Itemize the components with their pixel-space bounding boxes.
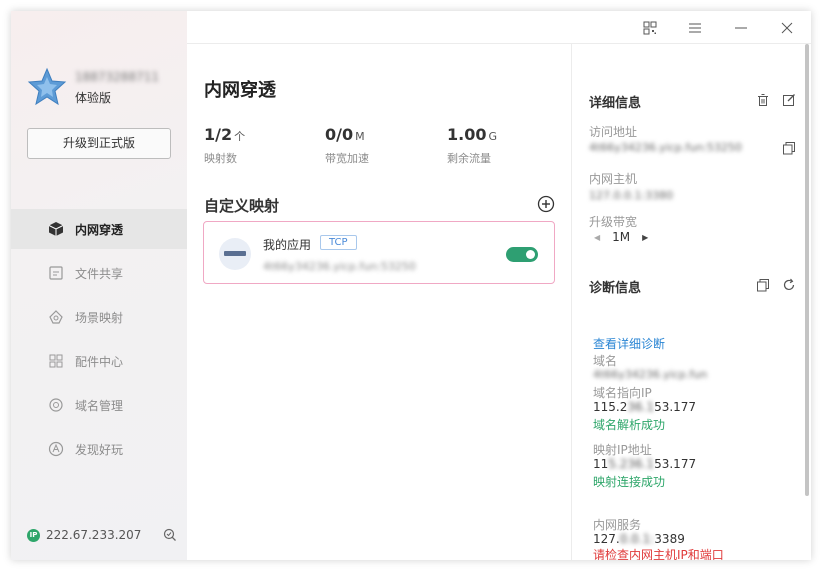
map-status: 映射连接成功	[593, 475, 666, 489]
map-ip-label: 映射IP地址	[593, 443, 652, 457]
diagnosis-title: 诊断信息	[589, 281, 642, 296]
refresh-icon[interactable]	[782, 277, 796, 291]
sidebar-item-intranet[interactable]: 内网穿透	[11, 209, 187, 249]
qr-code-icon[interactable]	[640, 18, 660, 38]
decrease-icon[interactable]: ◀	[594, 233, 600, 242]
menu-icon[interactable]	[685, 18, 705, 38]
mapping-domain: 4t66y34236.yicp.fun:53250	[263, 260, 416, 273]
main-content: 内网穿透 1/2 个 映射数 0/0 M 带宽加速 1.00 G 剩余流量 自定义映射…	[187, 44, 571, 560]
public-ip: 222.67.233.207	[46, 528, 142, 542]
domain-value: 4t66y34236.yicp.fun	[593, 368, 708, 381]
sidebar-item-label: 文件共享	[75, 266, 124, 281]
host-label: 内网主机	[589, 172, 638, 186]
mapping-name: 我的应用	[263, 238, 312, 252]
toggle-knob	[526, 250, 535, 259]
upgrade-button[interactable]: 升级到正式版	[27, 128, 171, 159]
host-value: 127.0.0.1:3380	[589, 189, 674, 202]
copy-icon[interactable]	[782, 140, 796, 155]
stat-label: 剩余流量	[447, 152, 491, 165]
dns-status: 域名解析成功	[593, 418, 666, 432]
sidebar-item-file-share[interactable]: 文件共享	[11, 253, 187, 293]
add-mapping-icon[interactable]	[537, 195, 555, 213]
stat-unit: G	[488, 130, 498, 143]
stat-mappings: 1/2 个 映射数	[204, 125, 245, 166]
map-ip-part: 53.177	[654, 457, 697, 471]
trash-icon[interactable]	[756, 92, 770, 106]
domain-label: 域名	[593, 354, 618, 368]
dns-ip-value: 115.236.153.177	[593, 400, 696, 414]
dns-ip-masked: 36.1	[627, 400, 655, 414]
discover-icon	[47, 440, 65, 458]
bandwidth-value: 1M	[612, 230, 631, 244]
stat-unit: 个	[234, 130, 246, 143]
sidebar-nav: 内网穿透 文件共享 场景映射 配件中心 域名管理 发现好玩	[11, 209, 187, 473]
app-icon	[219, 238, 251, 270]
title-bar	[187, 11, 811, 44]
sidebar-item-label: 内网穿透	[75, 222, 124, 237]
app-window: 18873288711 体验版 升级到正式版 内网穿透 文件共享 场景映射 配件…	[11, 11, 811, 560]
details-title: 详细信息	[589, 96, 642, 111]
stat-unit: M	[355, 130, 365, 143]
sidebar-item-scene-map[interactable]: 场景映射	[11, 297, 187, 337]
stat-bandwidth: 0/0 M 带宽加速	[325, 125, 369, 166]
edit-icon[interactable]	[782, 92, 796, 106]
service-error: 请检查内网主机IP和端口	[593, 548, 724, 560]
sidebar-item-label: 配件中心	[75, 354, 124, 369]
bandwidth-label: 升级带宽	[589, 215, 638, 229]
increase-icon[interactable]: ▶	[642, 233, 648, 242]
page-title: 内网穿透	[204, 80, 276, 101]
stat-traffic: 1.00 G 剩余流量	[447, 125, 497, 166]
minimize-icon[interactable]	[731, 18, 751, 38]
map-ip-value: 115.236.153.177	[593, 457, 696, 471]
scene-map-icon	[47, 308, 65, 326]
service-label: 内网服务	[593, 518, 642, 532]
refresh-ip-icon[interactable]	[163, 528, 177, 542]
cube-icon	[47, 220, 65, 238]
sidebar: 18873288711 体验版 升级到正式版 内网穿透 文件共享 场景映射 配件…	[11, 11, 187, 560]
dns-ip-part: 115.2	[593, 400, 628, 414]
user-name: 18873288711	[75, 70, 159, 84]
bandwidth-stepper: ◀ 1M ▶	[594, 230, 648, 244]
stat-label: 带宽加速	[325, 152, 369, 165]
detail-panel: 详细信息 访问地址 4t66y34236.yicp.fun:53250 内网主机…	[571, 44, 811, 560]
protocol-badge: TCP	[320, 235, 357, 250]
access-label: 访问地址	[589, 125, 638, 139]
avatar-star-icon[interactable]	[27, 67, 67, 107]
mapping-toggle[interactable]	[506, 247, 538, 262]
stat-value: 1.00	[447, 125, 487, 144]
stat-label: 映射数	[204, 152, 237, 165]
sidebar-item-accessories[interactable]: 配件中心	[11, 341, 187, 381]
service-part: 3389	[654, 532, 685, 546]
service-value: 127.0.0.1:3389	[593, 532, 685, 546]
stat-value: 1/2	[204, 125, 233, 144]
domain-icon	[47, 396, 65, 414]
service-part: 127.	[593, 532, 620, 546]
ip-badge-icon: IP	[27, 528, 40, 542]
sidebar-item-label: 场景映射	[75, 310, 124, 325]
panel-scrollbar[interactable]	[805, 44, 809, 496]
ip-footer: IP 222.67.233.207	[27, 528, 177, 542]
sidebar-item-discover[interactable]: 发现好玩	[11, 429, 187, 469]
view-diagnosis-link[interactable]: 查看详细诊断	[593, 335, 665, 352]
sidebar-item-label: 域名管理	[75, 398, 124, 413]
apps-grid-icon	[47, 352, 65, 370]
sidebar-item-label: 发现好玩	[75, 442, 124, 457]
user-level: 体验版	[75, 91, 112, 105]
copy-diagnosis-icon[interactable]	[756, 277, 770, 292]
dns-ip-label: 域名指向IP	[593, 386, 652, 400]
map-ip-part: 11	[593, 457, 609, 471]
access-value: 4t66y34236.yicp.fun:53250	[589, 141, 742, 154]
sidebar-item-domain[interactable]: 域名管理	[11, 385, 187, 425]
service-masked: 0.0.1:	[619, 532, 655, 546]
map-ip-masked: 5.236.1	[608, 457, 655, 471]
section-title: 自定义映射	[204, 197, 280, 215]
dns-ip-part: 53.177	[654, 400, 697, 414]
close-icon[interactable]	[777, 18, 797, 38]
mapping-card[interactable]: 我的应用 TCP 4t66y34236.yicp.fun:53250	[203, 221, 555, 284]
file-share-icon	[47, 264, 65, 282]
stat-value: 0/0	[325, 125, 354, 144]
